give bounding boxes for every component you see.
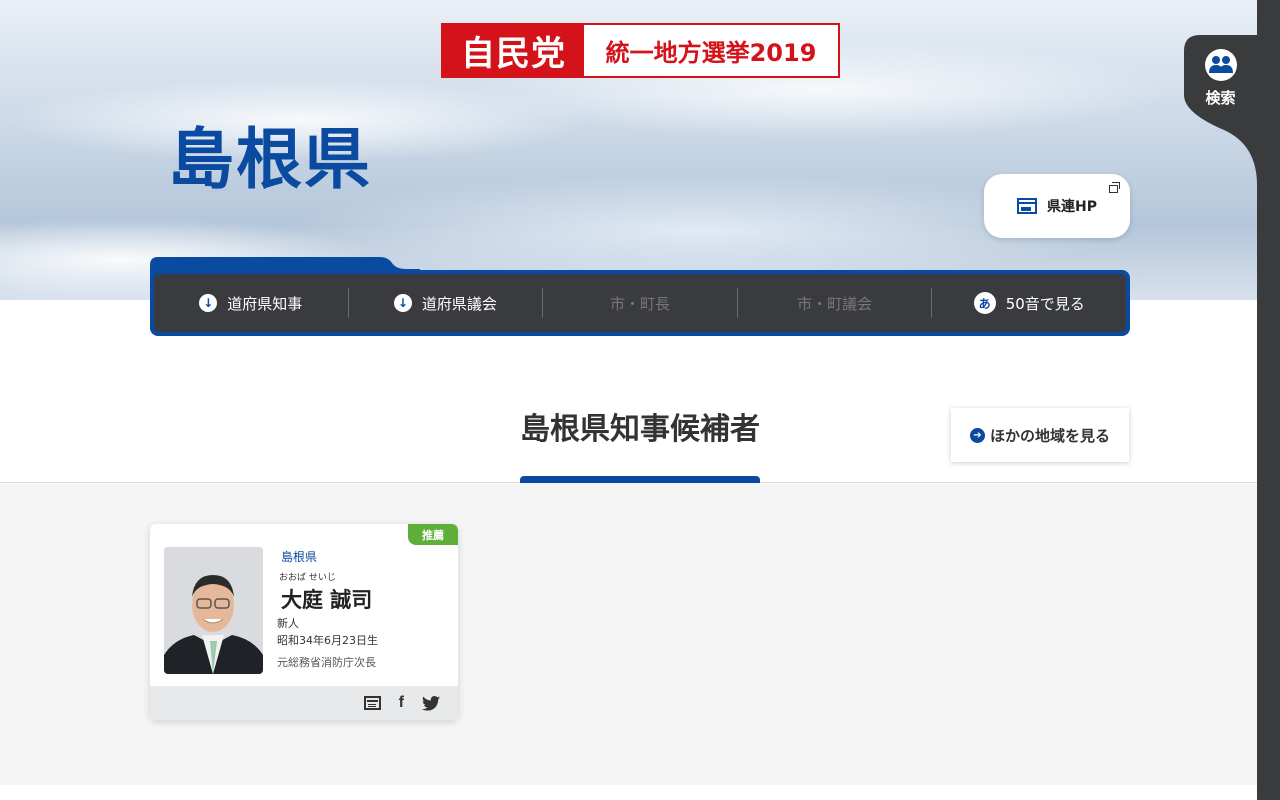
external-link-icon (1109, 182, 1120, 193)
arrow-right-circle-icon: ➔ (969, 427, 985, 443)
other-regions-button[interactable]: ➔ ほかの地域を見る (951, 408, 1129, 462)
candidate-status: 新人 (277, 617, 299, 630)
facebook-icon[interactable]: f (399, 694, 404, 712)
nav-mayor: 市・町長 (543, 288, 737, 318)
footer-strip (0, 785, 1257, 800)
nav-prefectural-assembly[interactable]: ↓ 道府県議会 (349, 288, 543, 318)
twitter-icon[interactable] (422, 695, 440, 711)
prefecture-hp-button[interactable]: 県連HP (984, 174, 1130, 238)
other-regions-label: ほかの地域を見る (989, 426, 1110, 445)
nav-mayor-label: 市・町長 (610, 294, 671, 313)
website-icon (1017, 198, 1037, 214)
section-title-underline (520, 476, 760, 483)
website-icon[interactable] (363, 696, 381, 710)
search-button[interactable]: 検索 (1184, 35, 1257, 155)
category-nav: ↓ 道府県知事 ↓ 道府県議会 市・町長 市・町議会 あ 50音で見る (150, 270, 1130, 336)
candidate-prefecture: 島根県 (281, 550, 318, 564)
category-nav-inner: ↓ 道府県知事 ↓ 道府県議会 市・町長 市・町議会 あ 50音で見る (154, 274, 1126, 332)
candidate-name[interactable]: 大庭 誠司 (281, 584, 372, 614)
nav-prefectural-assembly-label: 道府県議会 (421, 294, 497, 313)
candidate-photo (164, 547, 263, 674)
hiragana-a-icon: あ (973, 292, 996, 314)
hp-button-label: 県連HP (1047, 199, 1097, 215)
nav-kana-index[interactable]: あ 50音で見る (932, 288, 1126, 318)
candidate-card[interactable]: 推薦 島根県 おおば せいじ 大庭 誠司 新人 昭和34年6月23日生 元総務省… (150, 524, 458, 720)
nav-city-assembly: 市・町議会 (738, 288, 932, 318)
search-label: 検索 (1205, 89, 1236, 107)
logo-event: 統一地方選挙2019 (605, 39, 817, 67)
candidate-links: f (150, 686, 458, 720)
arrow-down-circle-icon: ↓ (393, 294, 412, 312)
candidate-career: 元総務省消防庁次長 (277, 656, 376, 669)
nav-governor-label: 道府県知事 (227, 294, 303, 313)
candidate-birthdate: 昭和34年6月23日生 (277, 634, 378, 647)
candidate-kana: おおば せいじ (279, 573, 336, 583)
arrow-down-circle-icon: ↓ (199, 294, 218, 312)
nav-city-assembly-label: 市・町議会 (797, 294, 873, 313)
people-search-icon (1204, 49, 1237, 81)
nav-governor[interactable]: ↓ 道府県知事 (154, 288, 348, 318)
nav-kana-index-label: 50音で見る (1005, 294, 1085, 313)
page-title: 島根県 (168, 121, 372, 198)
endorsement-badge: 推薦 (408, 524, 458, 545)
logo-party: 自民党 (443, 25, 584, 76)
election-logo[interactable]: 自民党 統一地方選挙2019 (441, 23, 840, 78)
